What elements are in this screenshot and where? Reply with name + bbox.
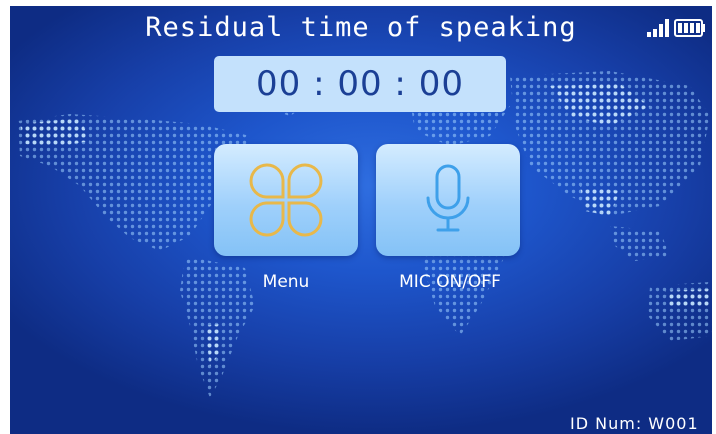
- timer-display: 00 : 00 : 00: [214, 56, 506, 112]
- menu-button[interactable]: [214, 144, 358, 256]
- clover-icon: [249, 163, 323, 237]
- device-id-label: ID Num: W001: [570, 414, 699, 433]
- battery-icon: [674, 19, 705, 37]
- page-title: Residual time of speaking: [145, 12, 577, 43]
- microphone-icon: [426, 164, 470, 232]
- mic-label: MIC ON/OFF: [399, 272, 501, 292]
- mic-toggle-button[interactable]: [376, 144, 520, 256]
- menu-label: Menu: [262, 272, 310, 292]
- signal-icon: [647, 19, 669, 37]
- timer-value: 00 : 00 : 00: [256, 64, 464, 104]
- device-screen: Residual time of speaking 00 : 00 : 00 M…: [10, 6, 712, 434]
